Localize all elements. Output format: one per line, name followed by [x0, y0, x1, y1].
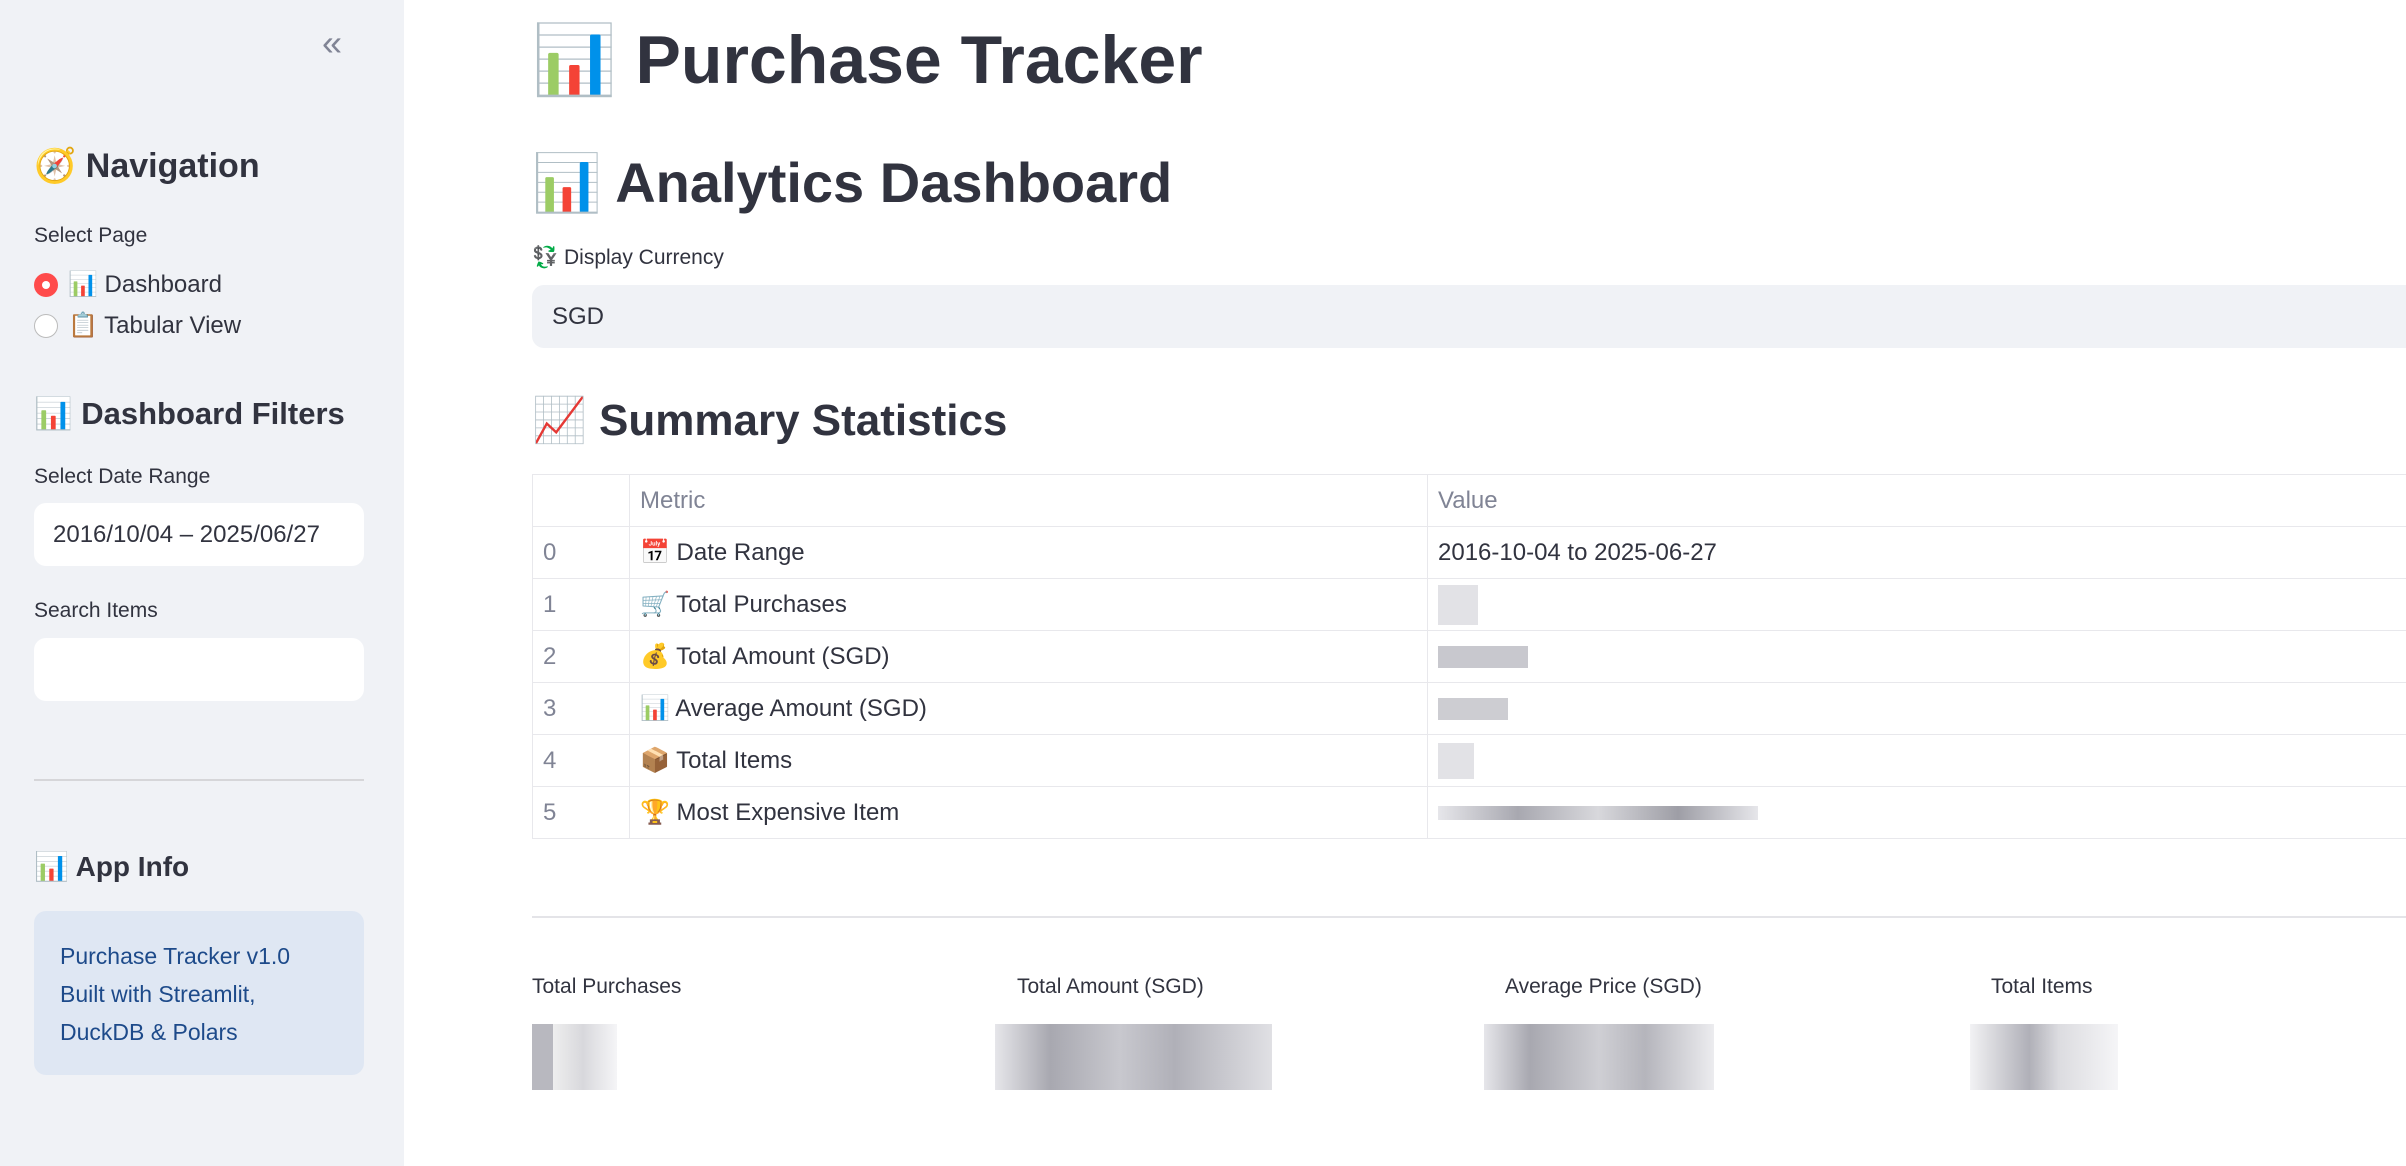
metric-total-amount-label: Total Amount (SGD) [1017, 975, 1204, 998]
radio-unselected-icon [34, 313, 58, 338]
row-index: 1 [532, 578, 630, 631]
row-metric: 📊 Average Amount (SGD) [629, 682, 1428, 735]
page-title: 📊 Purchase Tracker [532, 22, 1203, 98]
row-value-redacted [1427, 682, 2406, 735]
currency-select[interactable]: SGD [532, 285, 2406, 348]
column-header-index [532, 474, 630, 527]
app-info-box: Purchase Tracker v1.0 Built with Streaml… [34, 911, 364, 1075]
metric-average-price-value-redacted [1484, 1024, 1714, 1090]
navigation-heading: 🧭 Navigation [34, 147, 260, 185]
app-info-line: Purchase Tracker v1.0 [60, 943, 291, 969]
table-row: 1 🛒 Total Purchases [532, 578, 2406, 631]
row-value-redacted [1427, 786, 2406, 839]
dashboard-filters-heading: 📊 Dashboard Filters [34, 396, 345, 431]
app-info-line: DuckDB & Polars [60, 1019, 238, 1045]
row-index: 5 [532, 786, 630, 839]
section-divider [532, 916, 2406, 918]
radio-label: 📊 Dashboard [68, 271, 222, 298]
row-index: 2 [532, 630, 630, 683]
row-value-redacted [1427, 630, 2406, 683]
date-range-input[interactable]: 2016/10/04 – 2025/06/27 [34, 503, 364, 566]
summary-table: Metric Value 0 📅 Date Range 2016-10-04 to … [532, 474, 2406, 839]
row-metric: 🛒 Total Purchases [629, 578, 1428, 631]
app-info-line: Built with Streamlit, [60, 981, 256, 1007]
row-metric: 💰 Total Amount (SGD) [629, 630, 1428, 683]
row-metric: 📦 Total Items [629, 734, 1428, 787]
table-row: 3 📊 Average Amount (SGD) [532, 682, 2406, 735]
search-items-input[interactable] [34, 638, 364, 701]
row-metric: 📅 Date Range [629, 526, 1428, 579]
date-range-label: Select Date Range [34, 465, 211, 488]
column-header-value: Value [1427, 474, 2406, 527]
radio-tabular-view[interactable]: 📋 Tabular View [34, 311, 241, 340]
radio-dashboard[interactable]: 📊 Dashboard [34, 270, 222, 299]
row-metric: 🏆 Most Expensive Item [629, 786, 1428, 839]
table-header: Metric Value [532, 474, 2406, 527]
metric-total-purchases-label: Total Purchases [532, 975, 682, 998]
row-value: 2016-10-04 to 2025-06-27 [1427, 526, 2406, 579]
currency-value: SGD [552, 302, 605, 330]
radio-label: 📋 Tabular View [68, 312, 242, 339]
row-value-redacted [1427, 578, 2406, 631]
summary-heading: 📈 Summary Statistics [532, 396, 1008, 445]
column-header-metric: Metric [629, 474, 1428, 527]
dashboard-heading: 📊 Analytics Dashboard [532, 151, 1173, 214]
table-row: 0 📅 Date Range 2016-10-04 to 2025-06-27 [532, 526, 2406, 579]
search-items-label: Search Items [34, 599, 158, 622]
radio-selected-icon [34, 272, 58, 297]
row-value-redacted [1427, 734, 2406, 787]
app-info-heading: 📊 App Info [34, 851, 190, 882]
table-row: 2 💰 Total Amount (SGD) [532, 630, 2406, 683]
metric-total-amount-value-redacted [995, 1024, 1272, 1090]
row-index: 4 [532, 734, 630, 787]
row-index: 3 [532, 682, 630, 735]
metric-total-items-label: Total Items [1991, 975, 2093, 998]
collapse-sidebar-icon[interactable]: « [322, 22, 342, 64]
select-page-label: Select Page [34, 224, 148, 247]
metric-total-purchases-value-redacted [532, 1024, 617, 1090]
sidebar-divider [34, 779, 364, 781]
table-row: 5 🏆 Most Expensive Item [532, 786, 2406, 839]
sidebar: « 🧭 Navigation Select Page 📊 Dashboard 📋… [0, 0, 404, 1166]
row-index: 0 [532, 526, 630, 579]
currency-label: 💱 Display Currency [532, 246, 724, 269]
metric-total-items-value-redacted [1970, 1024, 2118, 1090]
metric-average-price-label: Average Price (SGD) [1505, 975, 1702, 998]
table-row: 4 📦 Total Items [532, 734, 2406, 787]
